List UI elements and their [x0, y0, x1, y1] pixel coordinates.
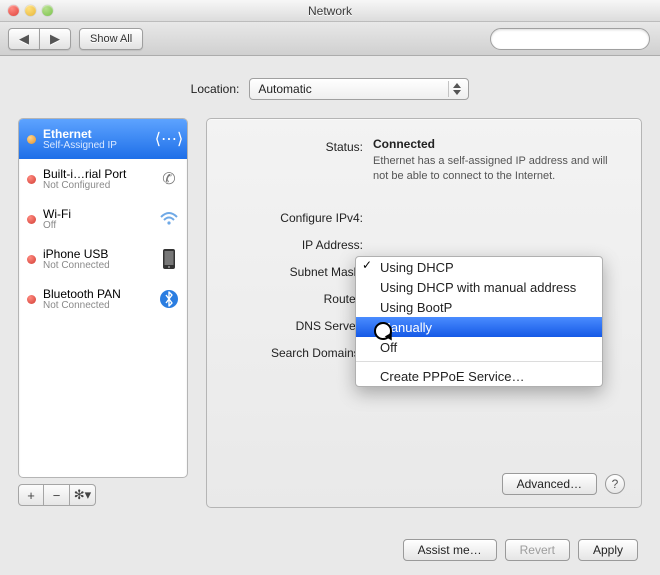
window-controls [8, 5, 53, 16]
subnet-mask-label: Subnet Mask: [223, 262, 363, 279]
status-label: Status: [223, 137, 363, 154]
zoom-icon[interactable] [42, 5, 53, 16]
status-value: Connected [373, 137, 625, 151]
help-icon: ? [612, 477, 619, 491]
sidebar-item-iphone-usb[interactable]: iPhone USB Not Connected [19, 239, 187, 279]
gear-icon: ✻▾ [74, 487, 91, 503]
sidebar-item-wifi[interactable]: Wi-Fi Off [19, 199, 187, 239]
ethernet-icon: ⟨⋯⟩ [157, 127, 181, 151]
show-all-button[interactable]: Show All [79, 28, 143, 50]
sidebar-item-label: Ethernet [43, 127, 150, 141]
sidebar-item-ethernet[interactable]: Ethernet Self-Assigned IP ⟨⋯⟩ [19, 119, 187, 159]
menu-item-label: Using BootP [380, 300, 452, 315]
sidebar-item-serial-port[interactable]: Built-i…rial Port Not Configured ✆ [19, 159, 187, 199]
service-actions-button[interactable]: ✻▾ [70, 484, 96, 506]
search-field[interactable] [490, 28, 650, 50]
apply-button[interactable]: Apply [578, 539, 638, 561]
bluetooth-icon [157, 287, 181, 311]
sidebar-item-sub: Not Configured [43, 181, 150, 191]
router-label: Router: [223, 289, 363, 306]
status-dot-icon [27, 135, 36, 144]
status-dot-icon [27, 175, 36, 184]
advanced-button[interactable]: Advanced… [502, 473, 597, 495]
add-service-button[interactable]: + [18, 484, 44, 506]
search-domains-label: Search Domains: [223, 343, 363, 360]
titlebar: Network [0, 0, 660, 22]
sidebar-toolbar: + − ✻▾ [18, 484, 188, 506]
ip-address-label: IP Address: [223, 235, 363, 252]
close-icon[interactable] [8, 5, 19, 16]
sidebar-item-label: Wi-Fi [43, 207, 150, 221]
configure-ipv4-menu[interactable]: ✓ Using DHCP Using DHCP with manual addr… [355, 256, 603, 387]
forward-button[interactable]: ▶ [39, 28, 71, 50]
sidebar-item-sub: Off [43, 221, 150, 231]
status-dot-icon [27, 215, 36, 224]
ipv4-option-using-dhcp[interactable]: ✓ Using DHCP [356, 257, 602, 277]
chevron-left-icon: ◀ [19, 32, 29, 45]
sidebar-item-label: iPhone USB [43, 247, 150, 261]
ipv4-option-manually[interactable]: Manually [356, 317, 602, 337]
sidebar-item-label: Bluetooth PAN [43, 287, 150, 301]
location-row: Location: Automatic [18, 78, 642, 100]
popup-caret-icon [448, 81, 464, 97]
menu-item-label: Off [380, 340, 397, 355]
status-dot-icon [27, 295, 36, 304]
remove-service-button[interactable]: − [44, 484, 70, 506]
toolbar: ◀ ▶ Show All [0, 22, 660, 56]
wifi-icon [157, 207, 181, 231]
menu-item-label: Create PPPoE Service… [380, 369, 525, 384]
assist-me-button[interactable]: Assist me… [403, 539, 497, 561]
ipv4-option-using-bootp[interactable]: Using BootP [356, 297, 602, 317]
help-button[interactable]: ? [605, 474, 625, 494]
menu-item-label: Using DHCP with manual address [380, 280, 576, 295]
status-description: Ethernet has a self-assigned IP address … [373, 154, 623, 184]
sidebar-item-sub: Not Connected [43, 261, 150, 271]
dns-server-label: DNS Server: [223, 316, 363, 333]
sidebar-item-bluetooth-pan[interactable]: Bluetooth PAN Not Connected [19, 279, 187, 319]
ipv4-option-using-dhcp-manual[interactable]: Using DHCP with manual address [356, 277, 602, 297]
configure-ipv4-label: Configure IPv4: [223, 208, 363, 225]
ipv4-option-off[interactable]: Off [356, 337, 602, 357]
revert-button[interactable]: Revert [505, 539, 570, 561]
menu-separator [356, 361, 602, 362]
location-value: Automatic [258, 82, 311, 96]
phone-icon: ✆ [157, 167, 181, 191]
services-sidebar: Ethernet Self-Assigned IP ⟨⋯⟩ Built-i…ri… [18, 118, 188, 478]
location-popup[interactable]: Automatic [249, 78, 469, 100]
status-dot-icon [27, 255, 36, 264]
location-label: Location: [191, 82, 240, 96]
window-buttons: Assist me… Revert Apply [403, 539, 638, 561]
chevron-right-icon: ▶ [50, 32, 60, 45]
menu-item-label: Manually [380, 320, 432, 335]
sidebar-item-label: Built-i…rial Port [43, 167, 150, 181]
search-input[interactable] [503, 32, 649, 46]
iphone-icon [157, 247, 181, 271]
minimize-icon[interactable] [25, 5, 36, 16]
sidebar-item-sub: Self-Assigned IP [43, 141, 150, 151]
window-title: Network [0, 4, 660, 18]
check-icon: ✓ [362, 258, 372, 272]
menu-item-label: Using DHCP [380, 260, 454, 275]
sidebar-item-sub: Not Connected [43, 301, 150, 311]
back-button[interactable]: ◀ [8, 28, 39, 50]
ipv4-option-create-pppoe[interactable]: Create PPPoE Service… [356, 366, 602, 386]
nav-segment: ◀ ▶ [8, 28, 71, 50]
